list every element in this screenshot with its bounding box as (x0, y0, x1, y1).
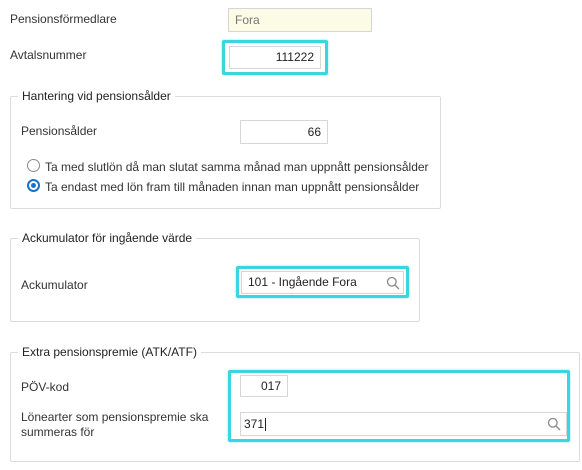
retirement-age-input[interactable]: 66 (240, 120, 328, 144)
final-salary-radio[interactable] (27, 159, 40, 172)
pension-broker-label: Pensionsförmedlare (10, 12, 117, 26)
accumulator-value: 101 - Ingående Fora (248, 275, 357, 289)
pension-broker-field: Fora (228, 8, 372, 32)
text-caret (265, 418, 267, 432)
salary-until-month-before-option-label[interactable]: Ta endast med lön fram till månaden inna… (45, 180, 419, 194)
salary-until-month-before-radio[interactable] (27, 179, 40, 192)
accumulator-search-icon[interactable] (386, 276, 400, 290)
retirement-legend: Hantering vid pensionsålder (18, 89, 175, 103)
pov-code-label: PÖV-kod (21, 380, 70, 394)
accumulator-label: Ackumulator (21, 278, 88, 292)
wage-types-label-line1: Lönearter som pensionspremie ska (21, 410, 209, 424)
wage-types-search-icon[interactable] (547, 417, 561, 431)
agreement-number-input[interactable]: 111222 (229, 46, 321, 69)
pov-code-input[interactable]: 017 (240, 375, 288, 397)
final-salary-option-label[interactable]: Ta med slutlön då man slutat samma månad… (45, 160, 429, 174)
agreement-number-label: Avtalsnummer (10, 48, 87, 62)
retirement-age-label: Pensionsålder (21, 124, 98, 138)
accumulator-legend: Ackumulator för ingående värde (18, 231, 197, 245)
wage-types-label-line2: summeras för (21, 425, 95, 439)
wage-types-value: 371 (244, 417, 265, 431)
accumulator-input[interactable]: 101 - Ingående Fora (241, 271, 404, 294)
extra-premium-legend: Extra pensionspremie (ATK/ATF) (18, 345, 201, 359)
wage-types-input[interactable]: 371 (240, 412, 567, 436)
